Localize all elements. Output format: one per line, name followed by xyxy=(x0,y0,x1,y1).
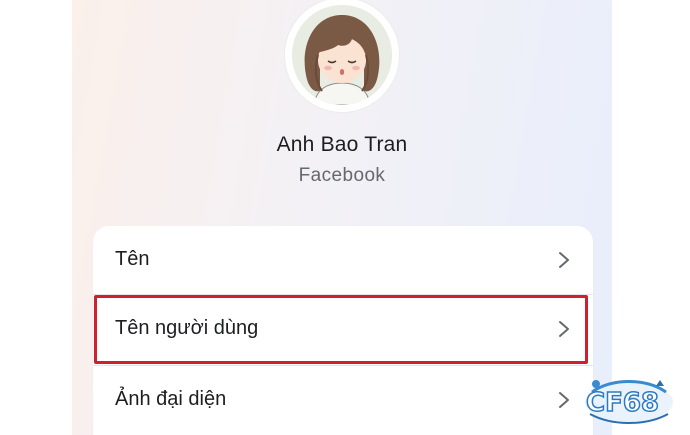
highlight-annotation-box xyxy=(94,295,588,364)
menu-item-label: Tên xyxy=(115,248,150,270)
watermark-logo: CF68 xyxy=(582,370,676,430)
chevron-right-icon xyxy=(559,252,569,268)
menu-item-name[interactable]: Tên xyxy=(93,226,593,294)
avatar[interactable] xyxy=(292,5,392,105)
menu-item-label: Ảnh đại diện xyxy=(115,388,227,410)
account-center-screen: Anh Bao Tran Facebook Tên Tên người dùng… xyxy=(72,0,612,435)
avatar-illustration xyxy=(292,5,392,105)
chevron-right-icon xyxy=(559,392,569,408)
watermark-text: CF68 xyxy=(585,387,660,419)
profile-name: Anh Bao Tran xyxy=(276,133,408,156)
menu-item-profile-picture[interactable]: Ảnh đại diện xyxy=(93,366,593,434)
profile-source-label: Facebook xyxy=(298,165,386,186)
profile-avatar-ring xyxy=(285,0,399,112)
